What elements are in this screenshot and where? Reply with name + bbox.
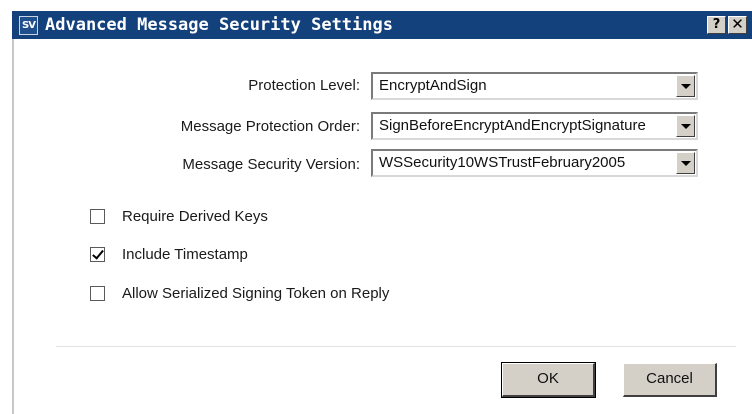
cancel-button[interactable]: Cancel xyxy=(623,363,717,397)
security-version-value: WSSecurity10WSTrustFebruary2005 xyxy=(379,154,626,171)
security-version-select[interactable]: WSSecurity10WSTrustFebruary2005 xyxy=(371,149,698,177)
dialog-title: Advanced Message Security Settings xyxy=(45,15,393,35)
ok-button[interactable]: OK xyxy=(501,362,596,398)
chevron-down-icon[interactable] xyxy=(676,115,695,137)
chevron-down-icon[interactable] xyxy=(676,152,695,174)
help-button[interactable]: ? xyxy=(707,16,726,34)
button-separator xyxy=(56,346,736,347)
protection-order-label: Message Protection Order: xyxy=(180,118,360,135)
question-icon: ? xyxy=(712,17,721,32)
window-left-border xyxy=(12,39,14,414)
require-derived-keys-label: Require Derived Keys xyxy=(122,208,268,225)
allow-serialized-signing-token-label: Allow Serialized Signing Token on Reply xyxy=(122,285,390,302)
require-derived-keys-checkbox[interactable] xyxy=(90,209,105,224)
chevron-down-icon[interactable] xyxy=(676,75,695,97)
protection-level-label: Protection Level: xyxy=(248,77,360,94)
allow-serialized-signing-token-checkbox[interactable] xyxy=(90,286,105,301)
protection-order-value: SignBeforeEncryptAndEncryptSignature xyxy=(379,117,646,134)
security-version-label: Message Security Version: xyxy=(182,156,360,173)
include-timestamp-checkbox[interactable] xyxy=(90,247,105,262)
close-icon: ✕ xyxy=(731,15,744,33)
include-timestamp-label: Include Timestamp xyxy=(122,246,248,263)
sv-app-icon: SV xyxy=(19,16,38,35)
protection-level-value: EncryptAndSign xyxy=(379,77,487,94)
close-button[interactable]: ✕ xyxy=(728,16,747,34)
advanced-message-security-dialog: SV Advanced Message Security Settings ? … xyxy=(0,0,752,414)
protection-level-select[interactable]: EncryptAndSign xyxy=(371,72,698,100)
protection-order-select[interactable]: SignBeforeEncryptAndEncryptSignature xyxy=(371,112,698,140)
title-bar[interactable]: SV Advanced Message Security Settings ? … xyxy=(12,11,752,39)
